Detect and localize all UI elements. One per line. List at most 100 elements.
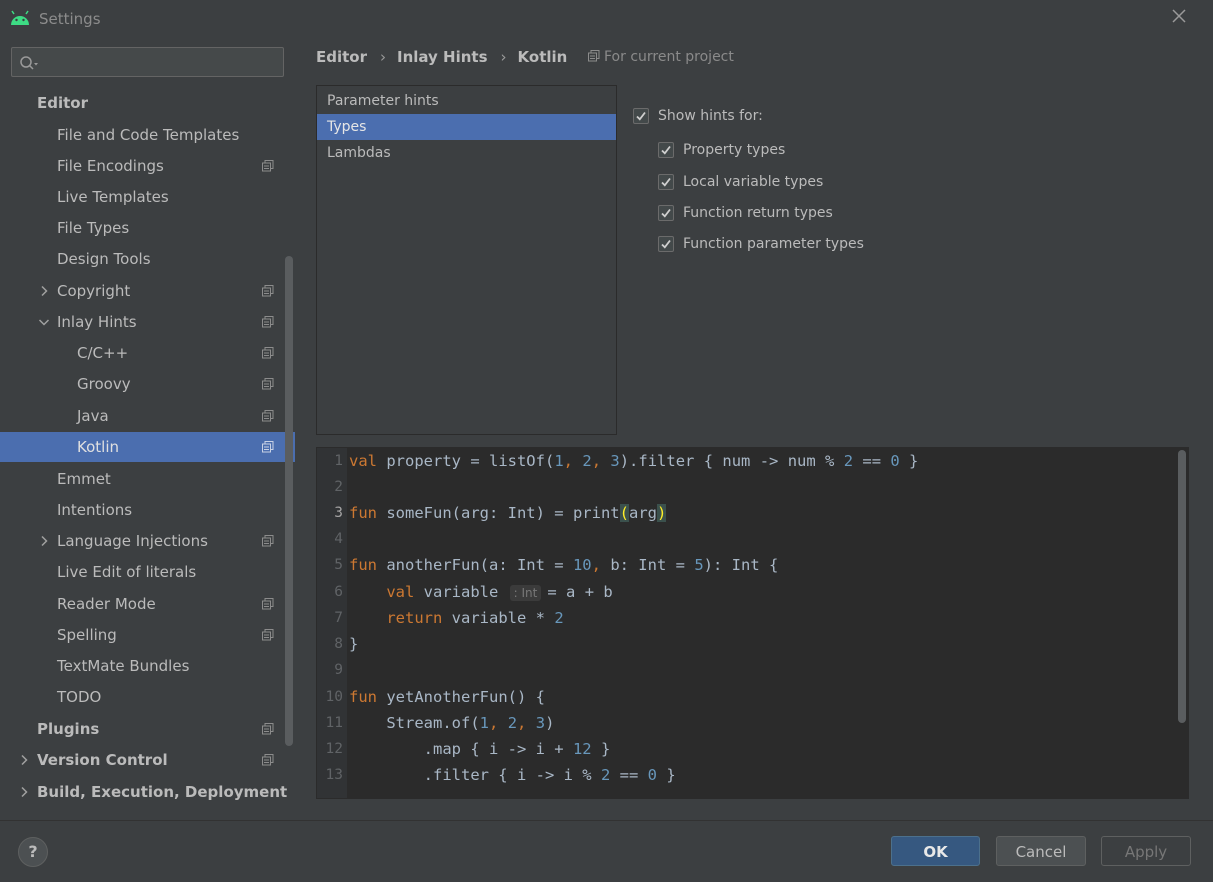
list-item-types[interactable]: Types xyxy=(317,114,616,140)
sidebar-item-file-encodings[interactable]: File Encodings xyxy=(0,151,295,181)
line-number: 4 xyxy=(334,531,343,547)
sidebar-item-inlay-hints[interactable]: Inlay Hints xyxy=(0,307,295,337)
checkbox-label: Function parameter types xyxy=(683,236,864,252)
checkbox-label: Function return types xyxy=(683,205,833,221)
sidebar-item-reader-mode[interactable]: Reader Mode xyxy=(0,589,295,619)
code-preview-editor[interactable]: 1 2 3 4 5 6 7 8 9 10 11 12 13 val proper… xyxy=(316,447,1189,799)
check-icon xyxy=(661,145,671,155)
sidebar-item-live-edit-of-literals[interactable]: Live Edit of literals xyxy=(0,557,295,587)
checkbox[interactable] xyxy=(658,236,674,252)
chevron-right-icon[interactable] xyxy=(38,285,50,297)
sidebar-item-emmet[interactable]: Emmet xyxy=(0,464,295,494)
checkbox[interactable] xyxy=(658,174,674,190)
sidebar-item-java[interactable]: Java xyxy=(0,401,295,431)
sidebar-item-groovy[interactable]: Groovy xyxy=(0,369,295,399)
line-number: 13 xyxy=(325,767,343,783)
dialog-button-bar: ? OK Cancel Apply xyxy=(0,820,1213,882)
close-icon[interactable] xyxy=(1171,8,1187,24)
check-icon xyxy=(636,111,646,121)
sidebar-item-language-injections[interactable]: Language Injections xyxy=(0,526,295,556)
help-button[interactable]: ? xyxy=(18,837,48,867)
sidebar-item-label: Spelling xyxy=(57,626,117,644)
project-scope-icon xyxy=(262,535,274,547)
inlay-type-hint: : Int xyxy=(509,585,542,601)
code-line: fun yetAnotherFun() { xyxy=(349,688,545,706)
breadcrumb-item[interactable]: Editor xyxy=(316,48,367,66)
list-item-parameter-hints[interactable]: Parameter hints xyxy=(317,88,616,114)
code-line: return variable * 2 xyxy=(386,609,564,627)
sidebar-item-version-control[interactable]: Version Control xyxy=(0,745,295,775)
line-number: 1 xyxy=(334,453,343,469)
sidebar-item-label: Language Injections xyxy=(57,532,208,550)
settings-sidebar: Editor File and Code Templates File Enco… xyxy=(0,36,295,820)
checkbox[interactable] xyxy=(658,142,674,158)
sidebar-item-label: TextMate Bundles xyxy=(57,657,190,675)
project-scope-icon xyxy=(262,347,274,359)
code-line: fun anotherFun(a: Int = 10, b: Int = 5):… xyxy=(349,556,779,574)
sidebar-item-label: Kotlin xyxy=(77,438,119,456)
line-number: 8 xyxy=(334,636,343,652)
checkbox-label: Property types xyxy=(683,142,786,158)
sidebar-item-file-types[interactable]: File Types xyxy=(0,213,295,243)
chevron-right-icon[interactable] xyxy=(18,754,30,766)
line-number: 7 xyxy=(334,610,343,626)
sidebar-item-label: Emmet xyxy=(57,470,111,488)
breadcrumb-separator-icon: › xyxy=(500,48,507,66)
sidebar-item-label: Design Tools xyxy=(57,250,151,268)
line-number: 2 xyxy=(334,479,343,495)
sidebar-item-label: Reader Mode xyxy=(57,595,156,613)
project-scope-icon xyxy=(262,754,274,766)
breadcrumb-separator-icon: › xyxy=(380,48,386,66)
sidebar-item-spelling[interactable]: Spelling xyxy=(0,620,295,650)
project-scope-icon xyxy=(262,378,274,390)
search-input[interactable] xyxy=(44,50,278,76)
project-scope-icon xyxy=(262,441,274,453)
line-number: 11 xyxy=(325,715,343,731)
sidebar-item-textmate-bundles[interactable]: TextMate Bundles xyxy=(0,651,295,681)
cancel-button[interactable]: Cancel xyxy=(996,836,1086,866)
breadcrumb-item[interactable]: Inlay Hints xyxy=(397,48,488,66)
sidebar-item-label: Intentions xyxy=(57,501,133,519)
sidebar-item-file-and-code-templates[interactable]: File and Code Templates xyxy=(0,120,295,150)
checkbox-label: Local variable types xyxy=(683,174,824,190)
sidebar-item-label: Build, Execution, Deployment xyxy=(37,783,288,801)
sidebar-item-kotlin[interactable]: Kotlin xyxy=(0,432,295,462)
chevron-down-icon[interactable] xyxy=(38,316,50,328)
editor-scrollbar[interactable] xyxy=(1178,450,1186,723)
list-item-lambdas[interactable]: Lambdas xyxy=(317,140,616,166)
project-scope-icon xyxy=(262,285,274,297)
sidebar-item-label: Java xyxy=(77,407,109,425)
scope-label: For current project xyxy=(604,49,734,65)
code-line: val property = listOf(1, 2, 3).filter { … xyxy=(349,452,919,470)
chevron-right-icon[interactable] xyxy=(38,535,50,547)
sidebar-scrollbar[interactable] xyxy=(285,256,293,746)
project-scope-icon xyxy=(262,410,274,422)
line-number: 3 xyxy=(334,505,343,521)
sidebar-item-copyright[interactable]: Copyright xyxy=(0,276,295,306)
code-line: val variable : Int = a + b xyxy=(386,583,613,601)
project-scope-icon xyxy=(588,50,600,62)
sidebar-item-build-execution-deployment[interactable]: Build, Execution, Deployment xyxy=(0,777,295,807)
search-field[interactable] xyxy=(11,47,284,77)
sidebar-item-label: File Types xyxy=(57,219,130,237)
sidebar-item-editor[interactable]: Editor xyxy=(0,88,295,118)
sidebar-item-live-templates[interactable]: Live Templates xyxy=(0,182,295,212)
sidebar-item-label: Live Edit of literals xyxy=(57,563,197,581)
sidebar-item-label: Copyright xyxy=(57,282,131,300)
project-scope-icon xyxy=(262,629,274,641)
checkbox[interactable] xyxy=(633,108,649,124)
sidebar-item-plugins[interactable]: Plugins xyxy=(0,714,295,744)
sidebar-item-todo[interactable]: TODO xyxy=(0,682,295,712)
chevron-right-icon[interactable] xyxy=(18,786,30,798)
sidebar-item-c-cpp[interactable]: C/C++ xyxy=(0,338,295,368)
apply-button[interactable]: Apply xyxy=(1101,836,1191,866)
sidebar-item-label: Groovy xyxy=(77,375,131,393)
sidebar-item-design-tools[interactable]: Design Tools xyxy=(0,244,295,274)
checkbox-label: Show hints for: xyxy=(658,108,763,124)
ok-button[interactable]: OK xyxy=(891,836,980,866)
search-icon xyxy=(20,56,38,70)
breadcrumb-item: Kotlin xyxy=(517,48,568,66)
check-icon xyxy=(661,208,671,218)
sidebar-item-intentions[interactable]: Intentions xyxy=(0,495,295,525)
checkbox[interactable] xyxy=(658,205,674,221)
